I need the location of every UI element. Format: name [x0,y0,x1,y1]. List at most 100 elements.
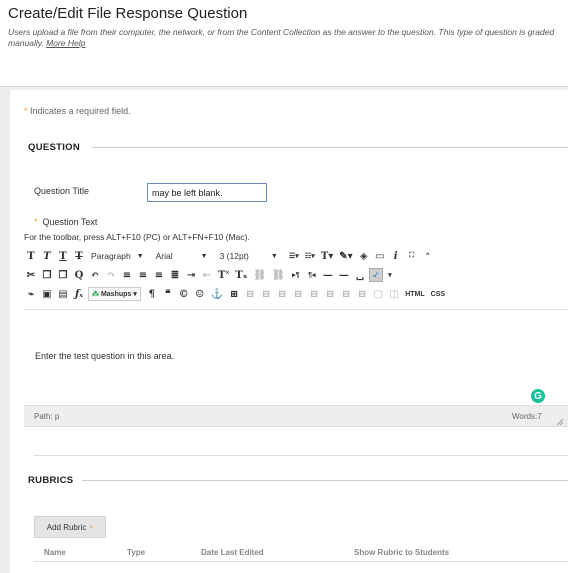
rubric-col-date-edited[interactable]: Date Last Edited [201,548,264,557]
align-left-icon[interactable]: ≡ [120,267,134,283]
highlight-icon[interactable]: ✎▾ [337,248,354,264]
question-title-input[interactable] [147,183,267,202]
word-count: Words:7 [512,412,542,421]
find-icon[interactable]: Q [72,267,86,283]
required-star: * [24,106,28,116]
section-divider [34,455,568,456]
spellcheck-icon[interactable]: ✓ [368,268,383,282]
rubric-col-name[interactable]: Name [44,548,66,557]
cut-icon[interactable]: ✂ [24,267,38,283]
grammarly-icon[interactable]: G [531,389,545,403]
table-props-icon[interactable]: ◫ [387,286,401,302]
question-section-line [92,147,568,148]
link-icon[interactable]: ⛓ [251,267,268,283]
html-code-icon[interactable]: HTML [403,286,426,302]
math-editor-icon[interactable]: ƒₓ [72,286,86,302]
css-icon[interactable]: CSS [429,286,447,302]
rubric-col-show-students[interactable]: Show Rubric to Students [354,548,449,557]
info-icon[interactable]: i [389,248,403,264]
table-cell-icon[interactable]: ▢ [371,286,385,302]
chevron-down-icon: » [89,523,94,531]
bold-icon[interactable]: T [24,248,38,264]
paste-icon[interactable]: ❒ [56,267,70,283]
align-right-icon[interactable]: ≡ [152,267,166,283]
horizontal-line-icon[interactable]: — [337,267,351,283]
paragraph-select[interactable]: Paragraph ▼ [88,249,147,263]
indent-icon[interactable]: ⇥ [184,267,198,283]
add-rubric-button[interactable]: Add Rubric» [34,516,106,538]
table-delete-col-icon[interactable]: ⊟ [323,286,337,302]
table-row-before-icon[interactable]: ⊟ [243,286,257,302]
paragraph-select-label: Paragraph [91,251,131,261]
description-text: Users upload a file from their computer,… [8,27,555,37]
editor-body-text[interactable]: Enter the test question in this area. [35,351,174,361]
mashups-icon: ⁂ [92,291,99,298]
align-center-icon[interactable]: ≡ [136,267,150,283]
page-title: Create/Edit File Response Question [8,5,248,22]
rubric-col-type[interactable]: Type [127,548,145,557]
unlink-icon[interactable]: ⛓ [270,267,287,283]
copy-icon[interactable]: ❐ [40,267,54,283]
anchor-icon[interactable]: ⚓ [209,286,225,302]
insert-image-icon[interactable]: ▣ [40,286,54,302]
resize-handle-icon[interactable] [556,418,564,426]
mashups-label: Mashups [100,290,132,298]
horizontal-rule-icon[interactable]: — [321,267,335,283]
editor-toolbar-row-1: T T T T Paragraph ▼ Arial ▼ 3 (12pt) ▼ ☰▾ ☷… [24,247,568,265]
table-col-after-icon[interactable]: ⊟ [307,286,321,302]
ltr-icon[interactable]: ▸¶ [289,267,303,283]
preview-icon[interactable]: ▭ [373,248,387,264]
attach-file-icon[interactable]: ⌁ [24,286,38,302]
quote-icon[interactable]: ❝ [161,286,175,302]
editor-toolbar-row-3: ⌁ ▣ ▤ ƒₓ ⁂ Mashups ▾ ¶ ❝ © ☺ ⚓ ⊞ ⊟ ⊟ ⊟ ⊟… [24,285,568,303]
toolbar-hint: For the toolbar, press ALT+F10 (PC) or A… [24,232,250,242]
font-select-label: Arial [155,251,173,261]
table-delete-row-icon[interactable]: ⊟ [275,286,289,302]
font-select[interactable]: Arial ▼ [153,249,211,263]
table-split-icon[interactable]: ⊟ [339,286,353,302]
insert-media-icon[interactable]: ▤ [56,286,70,302]
editor-toolbar-row-2: ✂ ❐ ❒ Q ↶ ↷ ≡ ≡ ≡ ≣ ⇥ ⇤ T˟ Tₓ ⛓ ⛓ ▸¶ ¶◂ … [24,266,568,284]
question-section-heading: QUESTION [28,142,81,153]
collapse-icon[interactable]: ⌃ [421,248,435,264]
undo-icon[interactable]: ↶ [88,267,102,283]
eraser-icon[interactable]: ◈ [357,248,371,264]
size-select[interactable]: 3 (12pt) ▼ [217,249,281,263]
table-row-after-icon[interactable]: ⊟ [259,286,273,302]
text-color-icon[interactable]: T▾ [319,248,335,264]
css-label: CSS [430,290,446,298]
fullscreen-icon[interactable]: ⛶ [405,248,419,264]
italic-icon[interactable]: T [40,248,54,264]
description-text-2: manually. [8,38,44,48]
required-note-text: Indicates a required field. [30,106,131,116]
paragraph-mark-icon[interactable]: ¶ [145,286,159,302]
size-select-label: 3 (12pt) [219,251,249,261]
nonbreaking-space-icon[interactable]: ␣ [353,267,367,283]
rubrics-section-line [82,480,568,481]
mashups-button[interactable]: ⁂ Mashups ▾ [88,287,141,301]
spellcheck-dropdown-icon[interactable]: ▾ [383,267,397,283]
question-title-label: Question Title [34,186,90,196]
strikethrough-icon[interactable]: T [72,248,86,264]
more-help-link[interactable]: More Help [46,38,85,48]
rtl-icon[interactable]: ¶◂ [305,267,319,283]
underline-icon[interactable]: T [56,248,70,264]
align-justify-icon[interactable]: ≣ [168,267,182,283]
table-merge-icon[interactable]: ⊟ [355,286,369,302]
outdent-icon[interactable]: ⇤ [200,267,214,283]
emoticon-icon[interactable]: ☺ [193,286,207,302]
editor-path: Path: p [34,412,60,421]
copyright-icon[interactable]: © [177,286,191,302]
numbered-list-icon[interactable]: ☷▾ [303,248,317,264]
required-star-2: * [34,217,38,227]
table-col-before-icon[interactable]: ⊟ [291,286,305,302]
rubrics-section-heading: RUBRICS [28,475,74,486]
redo-icon[interactable]: ↷ [104,267,118,283]
superscript-icon[interactable]: T˟ [216,267,231,283]
required-note: * Indicates a required field. [24,106,131,116]
table-icon[interactable]: ⊞ [227,286,241,302]
bullet-list-icon[interactable]: ☰▾ [287,248,301,264]
editor-status-bar [24,405,568,427]
question-text-label-text: Question Text [42,217,98,227]
subscript-icon[interactable]: Tₓ [233,267,249,283]
